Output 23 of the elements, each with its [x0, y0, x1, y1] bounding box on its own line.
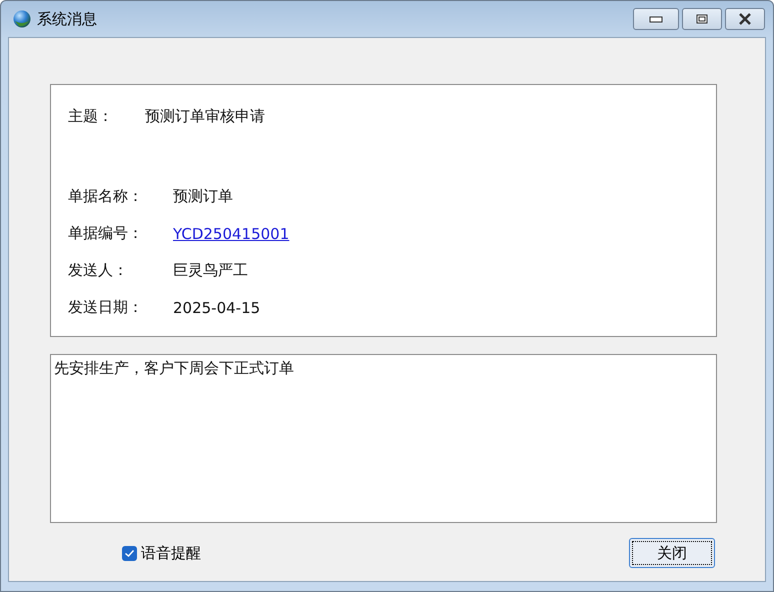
field-value: 巨灵鸟严工 [173, 261, 248, 280]
checkbox-label[interactable]: 语音提醒 [141, 544, 201, 562]
document-link[interactable]: YCD250415001 [173, 224, 290, 242]
checkbox[interactable] [122, 546, 137, 560]
field-value: 预测订单审核申请 [145, 107, 265, 126]
close-icon [738, 13, 752, 25]
close-button[interactable]: 关闭 [629, 538, 715, 568]
checkmark-icon [124, 548, 135, 558]
field-label: 单据编号： [68, 224, 144, 243]
field-value: 2025-04-15 [173, 298, 260, 316]
minimize-icon [649, 15, 663, 23]
field-label: 发送人： [68, 261, 129, 280]
field-label: 单据名称： [68, 187, 144, 206]
field-value: 预测订单 [173, 187, 233, 206]
minimize-button[interactable] [633, 8, 679, 30]
message-field[interactable]: 先安排生产，客户下周会下正式订单 [50, 354, 717, 523]
field-label: 发送日期： [68, 298, 144, 317]
window-title: 系统消息 [37, 10, 98, 28]
close-window-button[interactable] [725, 8, 765, 30]
maximize-icon [696, 14, 708, 24]
maximize-button[interactable] [682, 8, 722, 30]
globe-icon [13, 10, 31, 28]
field-label: 主题： [68, 107, 114, 126]
